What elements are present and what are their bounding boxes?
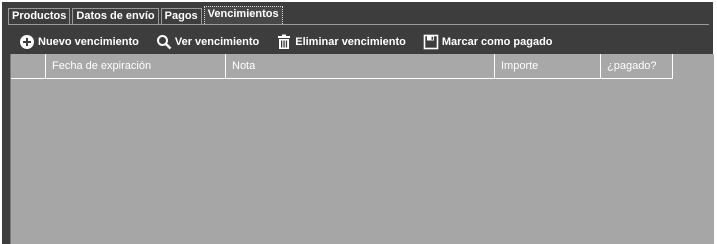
save-disk-icon bbox=[423, 34, 439, 50]
due-dates-table[interactable]: Fecha de expiración Nota Importe ¿pagado… bbox=[10, 54, 714, 244]
window-panel: Productos Datos de envío Pagos Vencimien… bbox=[2, 2, 714, 244]
tab-bar: Productos Datos de envío Pagos Vencimien… bbox=[8, 6, 285, 24]
tab-pagos[interactable]: Pagos bbox=[160, 8, 202, 24]
trash-icon bbox=[276, 34, 292, 50]
toolbar: Nuevo vencimiento Ver vencimiento Elimin… bbox=[19, 33, 570, 51]
column-header-amount[interactable]: Importe bbox=[495, 54, 601, 79]
delete-due-date-label: Eliminar vencimiento bbox=[295, 36, 406, 48]
tab-datos-de-envio[interactable]: Datos de envío bbox=[72, 8, 159, 24]
column-header-paid[interactable]: ¿pagado? bbox=[601, 54, 673, 79]
new-due-date-label: Nuevo vencimiento bbox=[38, 36, 139, 48]
search-icon bbox=[156, 34, 172, 50]
column-header-note[interactable]: Nota bbox=[226, 54, 495, 79]
tab-vencimientos[interactable]: Vencimientos bbox=[203, 6, 283, 24]
new-due-date-button[interactable]: Nuevo vencimiento bbox=[19, 34, 139, 50]
view-due-date-label: Ver vencimiento bbox=[174, 36, 260, 48]
delete-due-date-button[interactable]: Eliminar vencimiento bbox=[276, 34, 406, 50]
tab-productos[interactable]: Productos bbox=[8, 8, 71, 24]
plus-circle-icon bbox=[19, 34, 35, 50]
tab-divider bbox=[8, 24, 709, 25]
mark-paid-button[interactable]: Marcar como pagado bbox=[423, 34, 553, 50]
view-due-date-button[interactable]: Ver vencimiento bbox=[156, 34, 259, 50]
mark-paid-label: Marcar como pagado bbox=[441, 36, 553, 48]
table-header: Fecha de expiración Nota Importe ¿pagado… bbox=[11, 54, 673, 80]
column-header-expiration-date[interactable]: Fecha de expiración bbox=[46, 54, 226, 79]
row-header-corner bbox=[11, 54, 46, 79]
